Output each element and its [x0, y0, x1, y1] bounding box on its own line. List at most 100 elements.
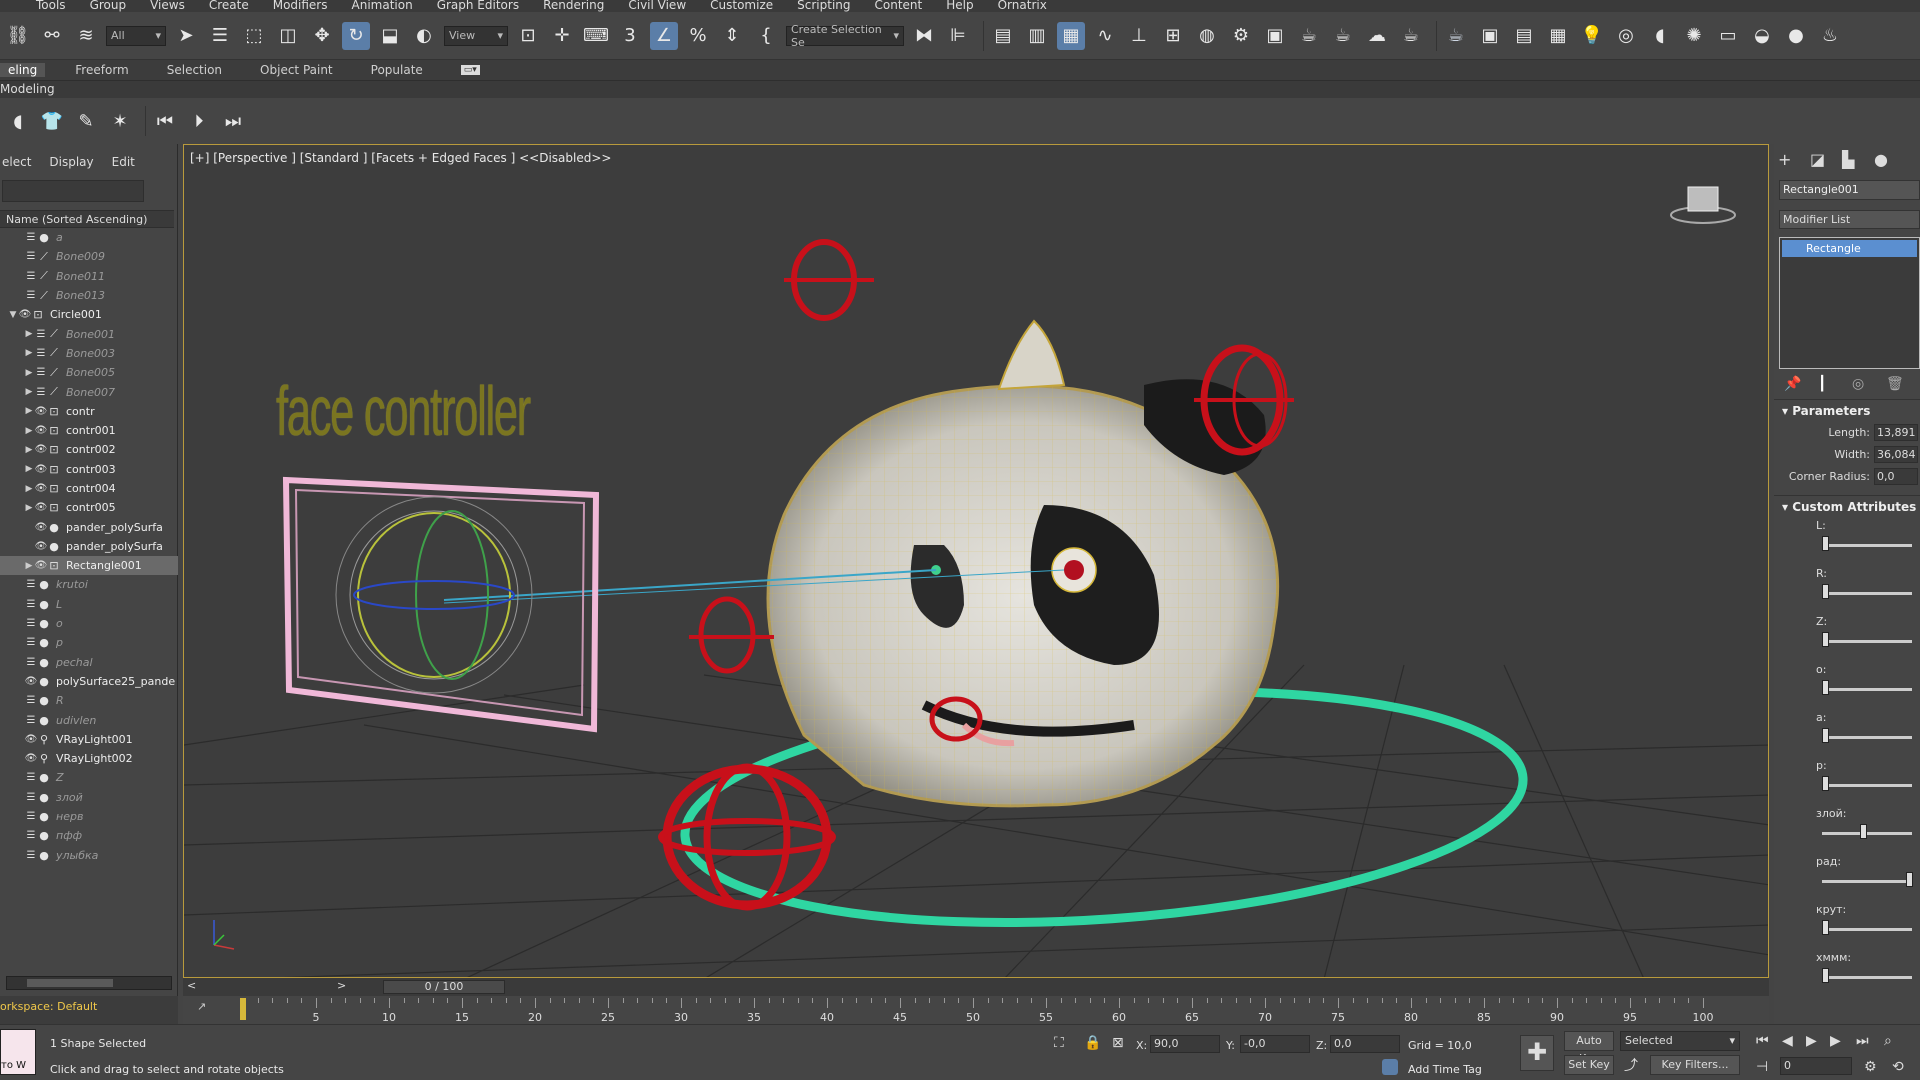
tab-modeling[interactable]: eling: [0, 63, 46, 77]
custom-attribute-slider[interactable]: злой:: [1774, 805, 1920, 853]
hidden-eye-icon[interactable]: ☰: [34, 367, 48, 378]
slider-track[interactable]: [1822, 544, 1912, 547]
z-coordinate-field[interactable]: 0,0: [1330, 1035, 1400, 1053]
render-cloud-icon[interactable]: ☁: [1363, 22, 1391, 50]
named-selection-set-dropdown[interactable]: Create Selection Se ▾: [786, 23, 904, 49]
expand-arrow-icon[interactable]: ▶: [24, 464, 34, 474]
hidden-eye-icon[interactable]: ☰: [24, 232, 38, 243]
expand-arrow-icon[interactable]: ▶: [24, 387, 34, 397]
tree-row[interactable]: ▶ ☰ ⟋ Bone005: [0, 363, 178, 382]
orbit-icon[interactable]: ⟲: [1892, 1059, 1904, 1075]
viewcube-icon[interactable]: [1668, 185, 1738, 225]
vray-fur-icon[interactable]: ♨: [1816, 22, 1844, 50]
slider-knob[interactable]: [1822, 920, 1829, 935]
remove-modifier-icon[interactable]: 🗑: [1886, 376, 1920, 392]
hidden-eye-icon[interactable]: ☰: [24, 792, 38, 803]
hidden-eye-icon[interactable]: ☰: [24, 850, 38, 861]
sparkle-tool-icon[interactable]: ✶: [106, 107, 134, 135]
add-time-tag-icon[interactable]: [1382, 1059, 1398, 1075]
tree-row[interactable]: 👁 ⚲ VRayLight001: [0, 730, 178, 749]
hidden-eye-icon[interactable]: ☰: [34, 348, 48, 359]
slider-knob[interactable]: [1822, 728, 1829, 743]
motion-tab-icon[interactable]: ●: [1874, 150, 1906, 169]
tree-row[interactable]: 👁 ● polySurface25_pande: [0, 672, 178, 691]
expand-arrow-icon[interactable]: ▶: [24, 329, 34, 339]
hidden-eye-icon[interactable]: ☰: [24, 618, 38, 629]
current-frame-field[interactable]: 0: [1780, 1057, 1852, 1075]
hidden-eye-icon[interactable]: ☰: [24, 637, 38, 648]
menu-item-ornatrix[interactable]: Ornatrix: [998, 0, 1047, 11]
tree-row[interactable]: ☰ ● Z: [0, 768, 178, 787]
hidden-eye-icon[interactable]: ☰: [24, 599, 38, 610]
parameter-spinner[interactable]: 36,084: [1874, 445, 1918, 463]
isolate-selection-icon[interactable]: ⛶: [1054, 1035, 1064, 1051]
ribbon-modeling-label[interactable]: Modeling: [0, 82, 55, 96]
object-name-field[interactable]: Rectangle001: [1779, 180, 1920, 200]
vray-ies-icon[interactable]: ✺: [1680, 22, 1708, 50]
absolute-mode-icon[interactable]: ⊠: [1112, 1035, 1124, 1051]
tree-row[interactable]: ☰ ● p: [0, 633, 178, 652]
select-icon[interactable]: ➤: [172, 22, 200, 50]
menu-item-tools[interactable]: Tools: [36, 0, 66, 11]
set-key-button[interactable]: Set Key: [1564, 1055, 1614, 1075]
tree-row[interactable]: ☰ ● a: [0, 228, 178, 247]
layer-manager-icon[interactable]: ▤: [989, 22, 1017, 50]
select-by-name-icon[interactable]: ☰: [206, 22, 234, 50]
tree-row[interactable]: ☰ ● злой: [0, 788, 178, 807]
move-icon[interactable]: ✥: [308, 22, 336, 50]
rendered-frame-icon[interactable]: ▣: [1261, 22, 1289, 50]
tab-select[interactable]: elect: [2, 155, 31, 169]
expand-arrow-icon[interactable]: ▼: [8, 310, 18, 320]
hidden-eye-icon[interactable]: ☰: [24, 271, 38, 282]
maxscript-listener[interactable]: то W: [0, 1029, 36, 1075]
scene-search-input[interactable]: [2, 180, 144, 202]
slider-knob[interactable]: [1860, 824, 1867, 839]
x-coordinate-field[interactable]: 90,0: [1150, 1035, 1220, 1053]
custom-attribute-slider[interactable]: крут:: [1774, 901, 1920, 949]
show-end-result-icon[interactable]: ┃: [1818, 376, 1852, 392]
vray-sound-icon[interactable]: ◖: [1646, 22, 1674, 50]
menu-item-help[interactable]: Help: [946, 0, 973, 11]
visible-eye-icon[interactable]: 👁: [24, 676, 38, 687]
expand-arrow-icon[interactable]: ▶: [24, 348, 34, 358]
vray-frame-buffer-icon[interactable]: ▣: [1476, 22, 1504, 50]
visible-eye-icon[interactable]: 👁: [34, 502, 48, 513]
slider-knob[interactable]: [1822, 776, 1829, 791]
zoom-icon[interactable]: ⌕: [1884, 1033, 1892, 1049]
key-tangent-icon[interactable]: ⤴: [1624, 1055, 1638, 1075]
tree-row[interactable]: ▶ ☰ ⟋ Bone001: [0, 324, 178, 343]
visible-eye-icon[interactable]: 👁: [34, 406, 48, 417]
hidden-eye-icon[interactable]: ☰: [24, 830, 38, 841]
track-bar[interactable]: 5 10 15 20 25 30 35 40 45 50 55 60 65 70 75 80 85 90 95 100…: [183, 996, 1769, 1024]
next-frame-icon[interactable]: >: [337, 979, 346, 992]
visible-eye-icon[interactable]: 👁: [34, 444, 48, 455]
tree-row[interactable]: ☰ ● o: [0, 614, 178, 633]
bind-icon[interactable]: ≋: [72, 22, 100, 50]
custom-attribute-slider[interactable]: p:: [1774, 757, 1920, 805]
menu-item-civil-view[interactable]: Civil View: [628, 0, 686, 11]
step-back-icon[interactable]: ⏮: [151, 107, 179, 135]
time-slider-thumb[interactable]: 0 / 100: [383, 980, 505, 994]
selection-filter-dropdown[interactable]: All ▾: [106, 25, 166, 46]
visible-eye-icon[interactable]: 👁: [34, 541, 48, 552]
rect-region-icon[interactable]: ⬚: [240, 22, 268, 50]
modifier-stack-item[interactable]: Rectangle: [1782, 240, 1917, 257]
tab-selection[interactable]: Selection: [167, 63, 222, 77]
scene-horizontal-scrollbar[interactable]: [6, 976, 172, 990]
current-frame-marker[interactable]: [240, 998, 246, 1020]
ribbon-icon[interactable]: ▦: [1057, 21, 1085, 50]
slider-track[interactable]: [1822, 784, 1912, 787]
tree-row[interactable]: ☰ ● krutoi: [0, 575, 178, 594]
tree-row[interactable]: ▶ 👁 ⊡ contr: [0, 402, 178, 421]
tree-row[interactable]: ▶ 👁 ⊡ Rectangle001: [0, 556, 178, 576]
hidden-eye-icon[interactable]: ☰: [24, 251, 38, 262]
visible-eye-icon[interactable]: 👁: [24, 734, 38, 745]
parameters-rollout[interactable]: ▾ Parameters: [1774, 399, 1920, 421]
custom-attribute-slider[interactable]: o:: [1774, 661, 1920, 709]
workspace-selector[interactable]: orkspace: Default: [0, 996, 178, 1024]
hierarchy-tab-icon[interactable]: ▙: [1842, 150, 1874, 169]
menu-item-scripting[interactable]: Scripting: [797, 0, 850, 11]
menu-item-customize[interactable]: Customize: [710, 0, 773, 11]
tree-row[interactable]: ☰ ⟋ Bone011: [0, 267, 178, 286]
hidden-eye-icon[interactable]: ☰: [24, 715, 38, 726]
